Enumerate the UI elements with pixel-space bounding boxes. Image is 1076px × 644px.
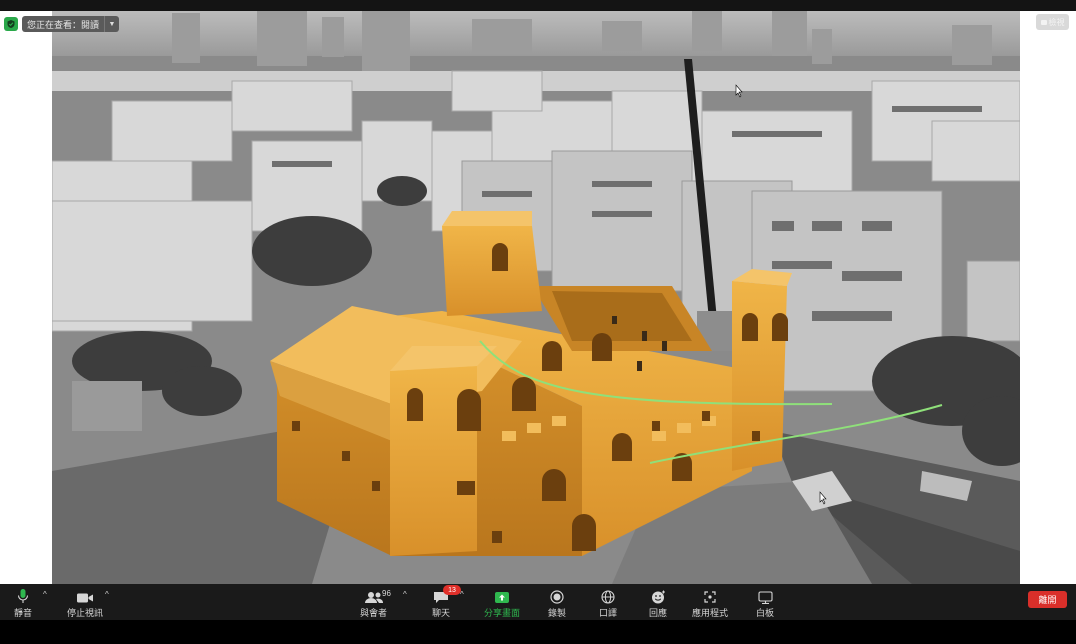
apps-label: 應用程式	[692, 608, 729, 618]
view-button-label: 檢視	[1048, 17, 1065, 27]
participants-label: 與會者	[360, 608, 388, 618]
globe-icon	[601, 590, 615, 604]
whiteboard-icon	[757, 591, 773, 604]
meeting-stage	[0, 11, 1076, 584]
whiteboard-label: 白板	[756, 608, 775, 618]
chat-unread-badge: 13	[443, 585, 461, 595]
leave-meeting-button[interactable]: 離開	[1028, 591, 1067, 608]
viewing-label: 您正在查看：閱讀	[27, 19, 100, 30]
whiteboard-button[interactable]: 白板	[756, 587, 774, 619]
interpretation-button[interactable]: 口譯	[599, 587, 617, 619]
reactions-button[interactable]: 回應	[649, 587, 667, 619]
shared-aerial-photo	[52, 11, 1020, 584]
microphone-icon	[17, 589, 29, 603]
chevron-down-icon[interactable]: ▼	[104, 16, 119, 32]
share-screen-button[interactable]: 分享畫面	[484, 587, 520, 619]
reactions-label: 回應	[649, 608, 668, 618]
chat-label: 聊天	[432, 608, 451, 618]
window-top-bar	[0, 0, 1076, 11]
security-shield-icon[interactable]	[4, 17, 18, 31]
interpretation-label: 口譯	[599, 608, 618, 618]
chevron-up-icon[interactable]: ^	[105, 590, 109, 599]
shared-screen-video	[52, 11, 1020, 584]
stop-video-label: 停止視訊	[67, 608, 104, 618]
mute-label: 靜音	[14, 608, 33, 618]
apps-button[interactable]: 應用程式	[692, 587, 728, 619]
mute-button[interactable]: 靜音	[14, 587, 32, 619]
view-options-button[interactable]: 檢視	[1036, 14, 1069, 30]
record-icon	[550, 590, 564, 604]
apps-icon	[704, 591, 716, 603]
record-label: 錄製	[548, 608, 567, 618]
participants-icon	[364, 592, 383, 603]
viewing-indicator[interactable]: 您正在查看：閱讀 ▼	[22, 16, 120, 32]
participants-count: 96	[382, 589, 391, 598]
share-screen-label: 分享畫面	[484, 608, 521, 618]
chevron-up-icon[interactable]: ^	[43, 590, 47, 599]
window-bottom-strip	[0, 620, 1076, 644]
video-camera-icon	[77, 593, 93, 603]
grid-view-icon	[1040, 19, 1047, 25]
stop-video-button[interactable]: 停止視訊	[67, 587, 103, 619]
chevron-up-icon[interactable]: ^	[403, 590, 407, 599]
share-screen-icon	[495, 592, 509, 603]
record-button[interactable]: 錄製	[548, 587, 566, 619]
meeting-toolbar: 靜音 ^ 停止視訊 ^ 與會者 96 ^ 聊天 ^ 分享畫面 錄製 口譯 回應 …	[0, 584, 1076, 620]
smiley-icon	[651, 590, 665, 604]
